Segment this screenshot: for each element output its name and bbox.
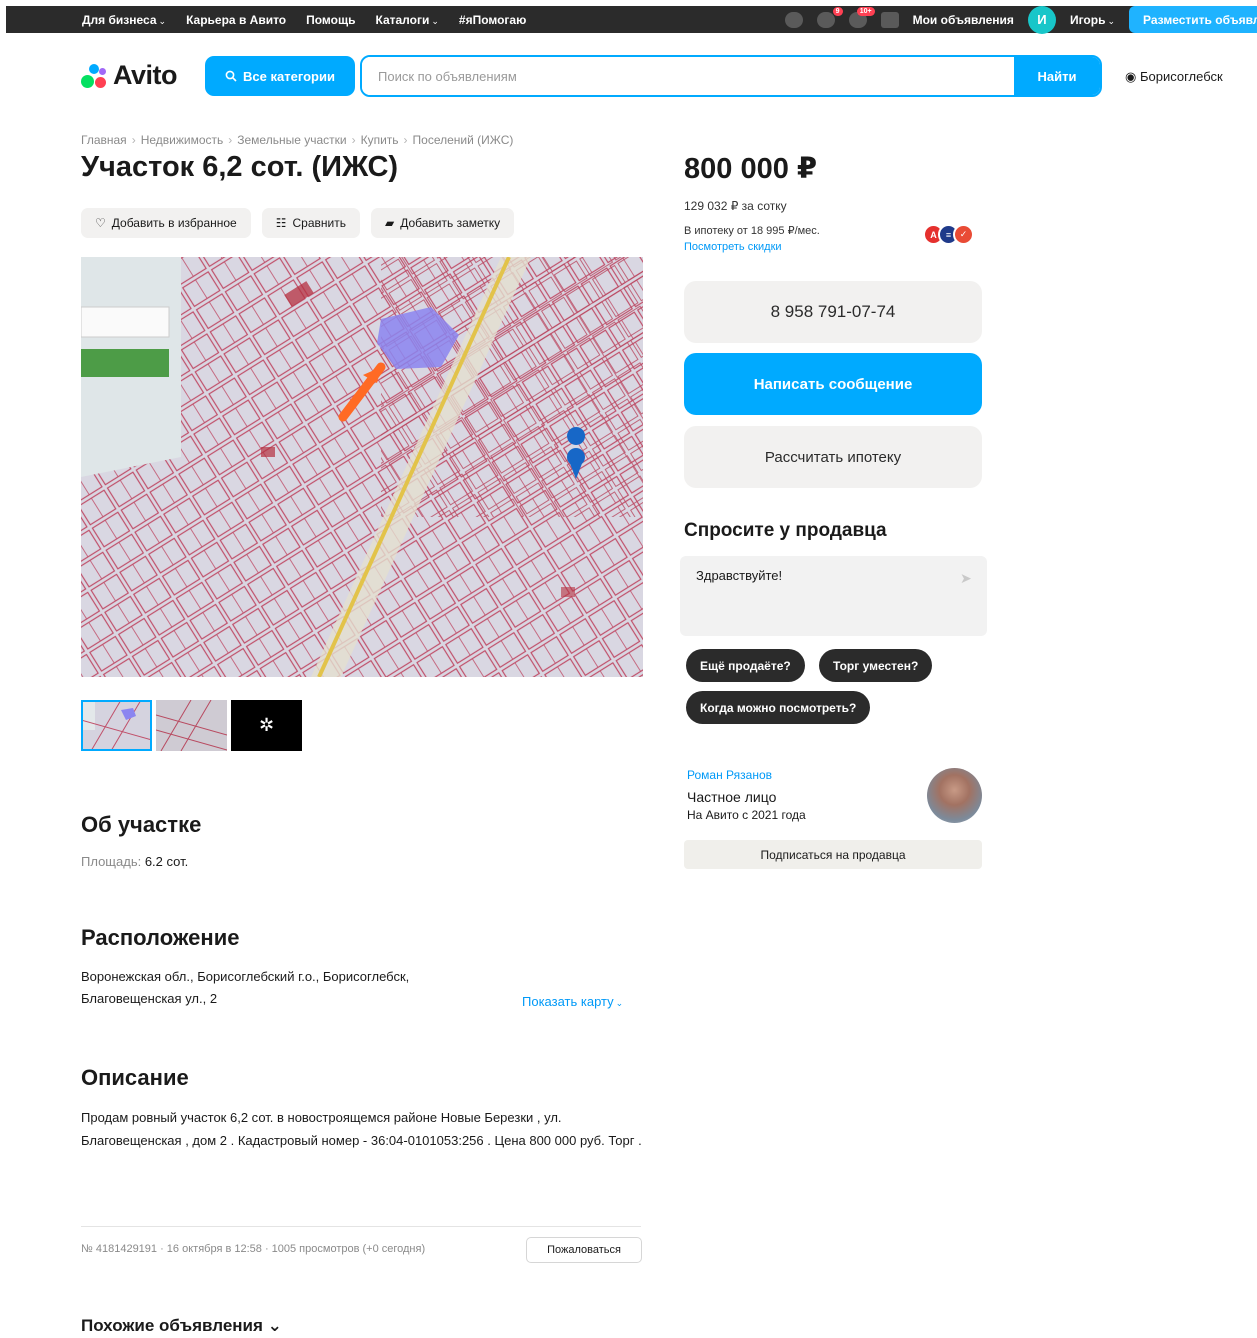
avito-logo[interactable]: Avito [80, 60, 178, 91]
show-map-link[interactable]: Показать карту ⌄ [522, 994, 623, 1009]
heart-icon[interactable] [784, 11, 803, 28]
write-message-button[interactable]: Написать сообщение [684, 353, 982, 415]
notifications-badge: 9 [832, 6, 843, 16]
top-nav: Для бизнеса ⌄ Карьера в Авито Помощь Ката… [82, 6, 526, 33]
ask-seller-title: Спросите у продавца [684, 520, 887, 541]
ask-seller-input[interactable]: Здравствуйте! [680, 556, 987, 636]
chevron-down-icon: ⌄ [615, 998, 624, 1008]
mortgage-text: В ипотеку от 18 995 ₽/мес. [684, 225, 820, 237]
compare-button[interactable]: ☷ Сравнить [261, 208, 360, 238]
report-button[interactable]: Пожаловаться [526, 1237, 642, 1263]
top-nav-help[interactable]: Помощь [306, 13, 355, 27]
all-categories-button[interactable]: Все категории [205, 56, 355, 96]
search-button[interactable]: Найти [1014, 57, 1100, 95]
top-nav-career[interactable]: Карьера в Авито [186, 13, 286, 27]
post-ad-button[interactable]: Разместить объявление [1129, 6, 1257, 33]
heart-icon: ♡ [95, 216, 106, 230]
breadcrumb-buy[interactable]: Купить [361, 133, 399, 147]
top-nav-business[interactable]: Для бизнеса ⌄ [82, 13, 166, 27]
bell-icon[interactable]: 9 [816, 6, 843, 28]
city-selector[interactable]: ◉ Борисоглебск [1125, 69, 1223, 85]
note-icon: ▰ [384, 216, 395, 230]
listing-meta: № 4181429191 · 16 октября в 12:58 · 1005… [81, 1243, 426, 1255]
location-pin-icon: ◉ [1125, 69, 1140, 84]
subscribe-seller-button[interactable]: Подписаться на продавца [684, 840, 982, 869]
param-value: 6.2 сот. [144, 854, 189, 869]
seller-avatar[interactable] [927, 768, 982, 823]
chat-icon[interactable]: 10+ [848, 6, 875, 28]
breadcrumb-realty[interactable]: Недвижимость [141, 133, 224, 147]
user-menu[interactable]: Игорь ⌄ [1070, 13, 1115, 27]
send-arrow-icon[interactable]: ➤ [960, 570, 974, 586]
address: Воронежская обл., Борисоглебский г.о., Б… [81, 969, 410, 1006]
thumbnail-2[interactable] [156, 700, 227, 751]
breadcrumb-home[interactable]: Главная [81, 133, 127, 147]
breadcrumb-izhs[interactable]: Поселений (ИЖС) [413, 133, 514, 147]
messages-badge: 10+ [856, 6, 875, 16]
add-note-button[interactable]: ▰ Добавить заметку [370, 208, 515, 238]
search-input[interactable] [362, 57, 1014, 95]
chevron-down-icon: ⌄ [267, 1316, 282, 1335]
price: 800 000 ₽ [684, 153, 818, 185]
breadcrumb-land[interactable]: Земельные участки [237, 133, 346, 147]
my-ads-link[interactable]: Мои объявления [913, 13, 1014, 27]
thumbnail-1[interactable] [81, 700, 152, 751]
thumbnail-360[interactable]: ✲ [231, 700, 302, 751]
show-phone-button[interactable]: 8 958 791-07-74 [684, 281, 982, 343]
description-text: Продам ровный участок 6,2 сот. в новостр… [81, 1110, 642, 1148]
top-nav-ihelp[interactable]: #яПомогаю [459, 13, 526, 27]
price-per-unit: 129 032 ₽ за сотку [684, 199, 787, 213]
chip-still-selling[interactable]: Ещё продаёте? [686, 649, 805, 682]
chevron-down-icon: ⌄ [431, 15, 439, 26]
logo-text: Avito [113, 60, 178, 90]
param-area: Площадь: 6.2 сот. [81, 854, 188, 869]
top-right: 9 10+ Мои объявления И Игорь ⌄ Разместить… [784, 5, 1257, 34]
ask-seller-box: Здравствуйте! [680, 556, 987, 636]
bank-logos: А ≡ ✓ [923, 224, 974, 245]
search-icon [225, 70, 237, 82]
chip-when-view[interactable]: Когда можно посмотреть? [686, 691, 871, 724]
seller-type: Частное лицо [687, 789, 777, 805]
chip-bargain[interactable]: Торг уместен? [819, 649, 933, 682]
add-favorite-button[interactable]: ♡ Добавить в избранное [81, 208, 251, 238]
photo-thumbnails: ✲ [81, 700, 302, 751]
bank-sovcom-icon: ✓ [953, 224, 974, 245]
breadcrumb: Главная › Недвижимость › Земельные участки… [81, 133, 514, 147]
discounts-link[interactable]: Посмотреть скидки [684, 239, 820, 255]
description-title: Описание [81, 1065, 189, 1090]
cart-icon[interactable] [880, 11, 899, 28]
chevron-down-icon: ⌄ [158, 15, 167, 26]
page-title: Участок 6,2 сот. (ИЖС) [81, 151, 399, 183]
main-photo[interactable] [81, 257, 643, 677]
mortgage-info: В ипотеку от 18 995 ₽/мес. Посмотреть ск… [684, 223, 820, 255]
top-bar: Для бизнеса ⌄ Карьера в Авито Помощь Ката… [6, 5, 1257, 34]
divider [81, 1226, 641, 1227]
chevron-down-icon: ⌄ [1107, 15, 1115, 26]
about-title: Об участке [81, 812, 202, 837]
logo-dots-icon [80, 62, 110, 90]
seller-name[interactable]: Роман Рязанов [687, 768, 772, 782]
similar-ads-toggle[interactable]: Похожие объявления ⌄ [81, 1316, 282, 1336]
seller-since: На Авито с 2021 года [687, 808, 806, 822]
calc-mortgage-button[interactable]: Рассчитать ипотеку [684, 426, 982, 488]
search-bar: Найти [360, 55, 1102, 97]
panorama-icon: ✲ [258, 715, 275, 735]
location-title: Расположение [81, 925, 240, 950]
compare-icon: ☷ [275, 216, 287, 230]
param-key: Площадь: [81, 854, 142, 869]
user-avatar[interactable]: И [1027, 5, 1056, 34]
listing-actions: ♡ Добавить в избранное ☷ Сравнить ▰ Добавит… [81, 208, 515, 238]
cadastral-map-image [81, 257, 643, 677]
top-nav-catalogs[interactable]: Каталоги ⌄ [375, 13, 438, 27]
